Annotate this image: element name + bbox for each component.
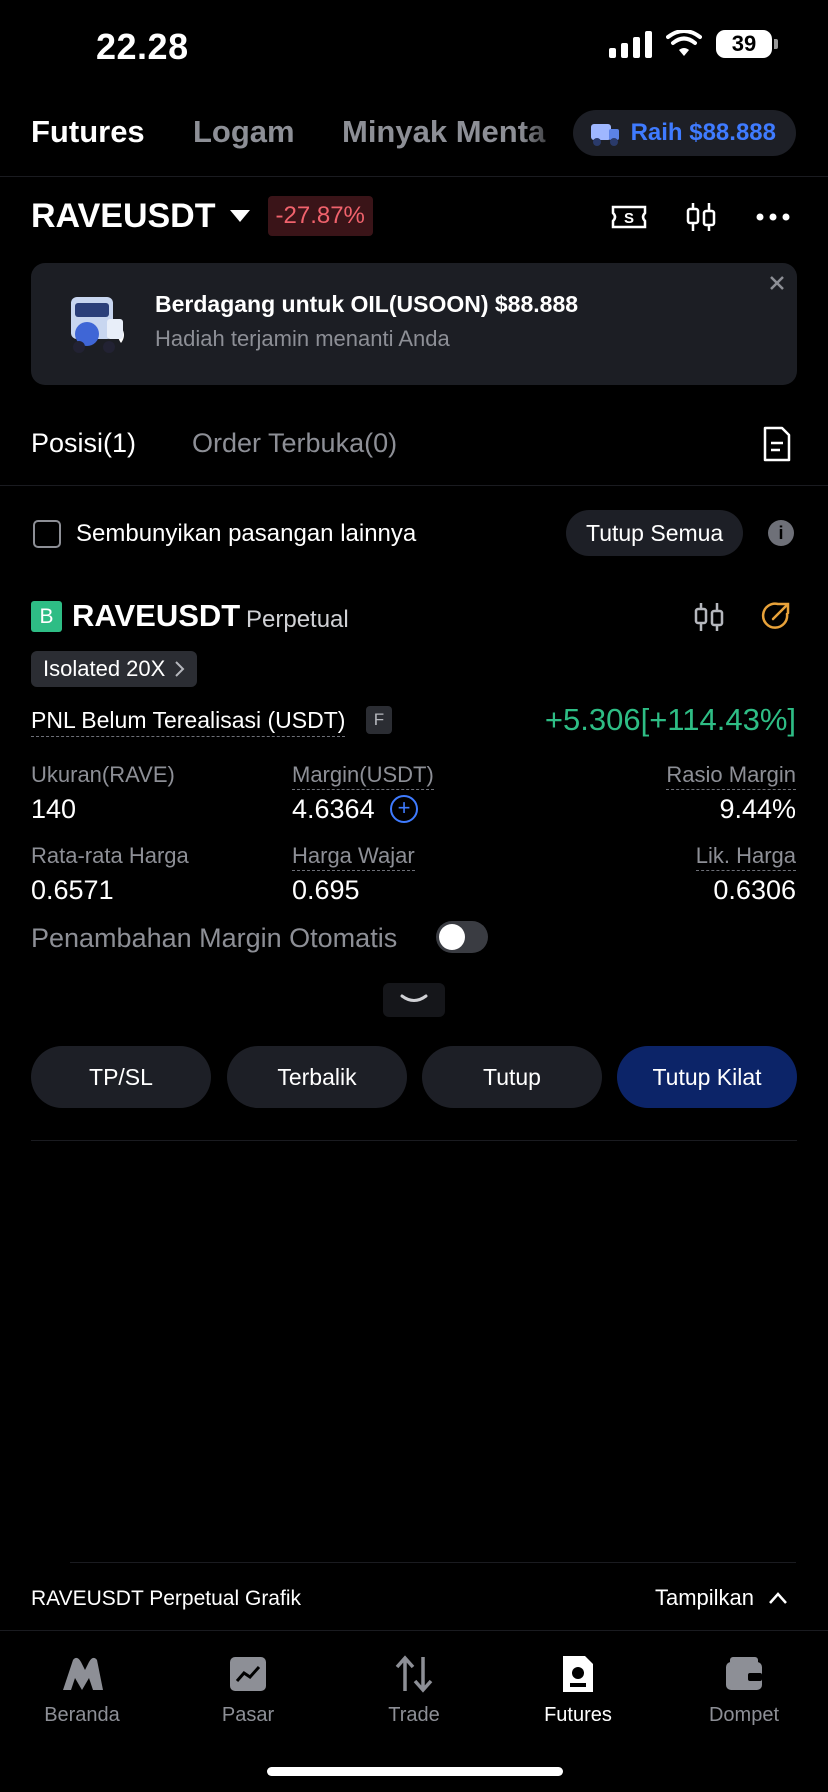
reverse-button[interactable]: Terbalik — [227, 1046, 407, 1108]
nav-trade[interactable]: Trade — [344, 1652, 484, 1727]
margin-ratio-value: 9.44% — [719, 794, 796, 824]
home-logo-icon — [63, 1657, 103, 1690]
candlestick-icon[interactable] — [692, 600, 726, 634]
header-actions: S — [610, 198, 792, 236]
hide-pairs-checkbox[interactable] — [33, 520, 61, 548]
size-label: Ukuran(RAVE) — [31, 762, 175, 787]
close-icon[interactable] — [757, 263, 797, 303]
chevron-up-icon — [769, 1592, 787, 1604]
tab-fade — [520, 110, 570, 160]
nav-label: Dompet — [708, 1704, 780, 1726]
tpsl-button[interactable]: TP/SL — [31, 1046, 211, 1108]
chevron-down-icon — [400, 994, 428, 1002]
bottom-nav: Beranda Pasar Trade Futures Dompet — [0, 1652, 828, 1732]
side-badge: B — [31, 601, 62, 632]
divider — [31, 1140, 797, 1141]
trade-arrows-icon — [395, 1655, 433, 1693]
pnl-label: PNL Belum Terealisasi (USDT) — [31, 707, 346, 737]
top-tabs: Futures Logam Minyak Menta Raih $88.888 — [0, 110, 828, 170]
home-indicator[interactable] — [267, 1767, 563, 1776]
add-margin-icon[interactable]: + — [390, 795, 418, 823]
margin-mode-button[interactable]: Isolated 20X — [31, 651, 198, 687]
liq-price-label: Lik. Harga — [695, 843, 796, 871]
position-symbol[interactable]: RAVEUSDT — [72, 598, 240, 634]
wallet-icon — [726, 1657, 762, 1690]
close-all-button[interactable]: Tutup Semua — [566, 510, 744, 556]
position-type: Perpetual — [246, 606, 349, 633]
hide-pairs-label: Sembunyikan pasangan lainnya — [76, 520, 417, 547]
show-chart-button[interactable]: Tampilkan — [655, 1585, 788, 1611]
margin-value: 4.6364 — [292, 794, 375, 824]
fair-price-value: 0.695 — [292, 875, 360, 905]
margin-label: Margin(USDT) — [292, 762, 434, 790]
nav-label: Pasar — [221, 1704, 275, 1726]
ticket-icon[interactable]: S — [610, 198, 648, 236]
pnl-badge: F — [366, 706, 392, 734]
promo-label: Raih $88.888 — [630, 119, 776, 146]
truck-icon — [590, 124, 619, 146]
pair-selector[interactable]: RAVEUSDT -27.87% — [31, 196, 373, 236]
tab-posisi[interactable]: Posisi(1) — [31, 428, 136, 459]
chart-label: RAVEUSDT Perpetual Grafik — [31, 1587, 301, 1610]
close-button[interactable]: Tutup — [422, 1046, 602, 1108]
toggle-knob — [439, 924, 465, 950]
tab-logam[interactable]: Logam — [193, 114, 295, 150]
divider — [0, 176, 828, 177]
margin-ratio-label: Rasio Margin — [666, 762, 796, 790]
market-icon — [230, 1657, 266, 1691]
tab-futures[interactable]: Futures — [31, 114, 145, 150]
avg-price-value: 0.6571 — [31, 875, 114, 905]
info-icon[interactable]: i — [768, 520, 794, 546]
status-time: 22.28 — [96, 26, 189, 67]
wifi-icon — [666, 30, 702, 56]
change-badge: -27.87% — [267, 196, 373, 236]
truck-illustration-icon — [71, 297, 124, 353]
nav-label: Futures — [544, 1704, 612, 1726]
banner-title: Berdagang untuk OIL(USOON) $88.888 — [155, 291, 579, 317]
signal-icon — [609, 30, 652, 58]
nav-label: Beranda — [44, 1704, 120, 1726]
auto-margin-label: Penambahan Margin Otomatis — [31, 923, 398, 953]
document-icon[interactable] — [762, 426, 792, 462]
caret-down-icon — [229, 210, 250, 222]
candlestick-icon[interactable] — [682, 198, 720, 236]
margin-mode-label: Isolated 20X — [43, 656, 166, 681]
show-chart-label: Tampilkan — [654, 1585, 754, 1610]
nav-beranda[interactable]: Beranda — [12, 1652, 152, 1727]
svg-text:S: S — [624, 210, 634, 227]
expand-button[interactable] — [383, 983, 445, 1017]
chevron-right-icon — [175, 661, 185, 677]
futures-icon — [563, 1656, 593, 1692]
promo-banner[interactable]: Berdagang untuk OIL(USOON) $88.888 Hadia… — [31, 263, 797, 385]
nav-dompet[interactable]: Dompet — [674, 1652, 814, 1727]
tab-order-terbuka[interactable]: Order Terbuka(0) — [192, 428, 397, 459]
nav-futures[interactable]: Futures — [508, 1652, 648, 1727]
more-icon[interactable] — [754, 198, 792, 236]
divider — [70, 1562, 796, 1563]
status-icons: 39 — [609, 30, 778, 58]
divider — [0, 485, 828, 486]
auto-margin-toggle[interactable] — [436, 921, 488, 953]
pnl-value: +5.306[+114.43%] — [544, 702, 796, 737]
pair-name: RAVEUSDT — [31, 196, 216, 235]
size-value: 140 — [31, 794, 77, 824]
fair-price-label: Harga Wajar — [292, 843, 415, 871]
promo-button[interactable]: Raih $88.888 — [572, 110, 796, 156]
flash-close-button[interactable]: Tutup Kilat — [617, 1046, 797, 1108]
tab-minyak[interactable]: Minyak Menta — [342, 114, 545, 150]
divider — [0, 1630, 828, 1631]
liq-price-value: 0.6306 — [713, 875, 796, 905]
avg-price-label: Rata-rata Harga — [31, 843, 189, 868]
nav-pasar[interactable]: Pasar — [178, 1652, 318, 1727]
nav-label: Trade — [388, 1704, 440, 1726]
banner-subtitle: Hadiah terjamin menanti Anda — [155, 326, 450, 351]
battery-icon: 39 — [716, 30, 778, 58]
share-icon[interactable] — [760, 600, 792, 632]
